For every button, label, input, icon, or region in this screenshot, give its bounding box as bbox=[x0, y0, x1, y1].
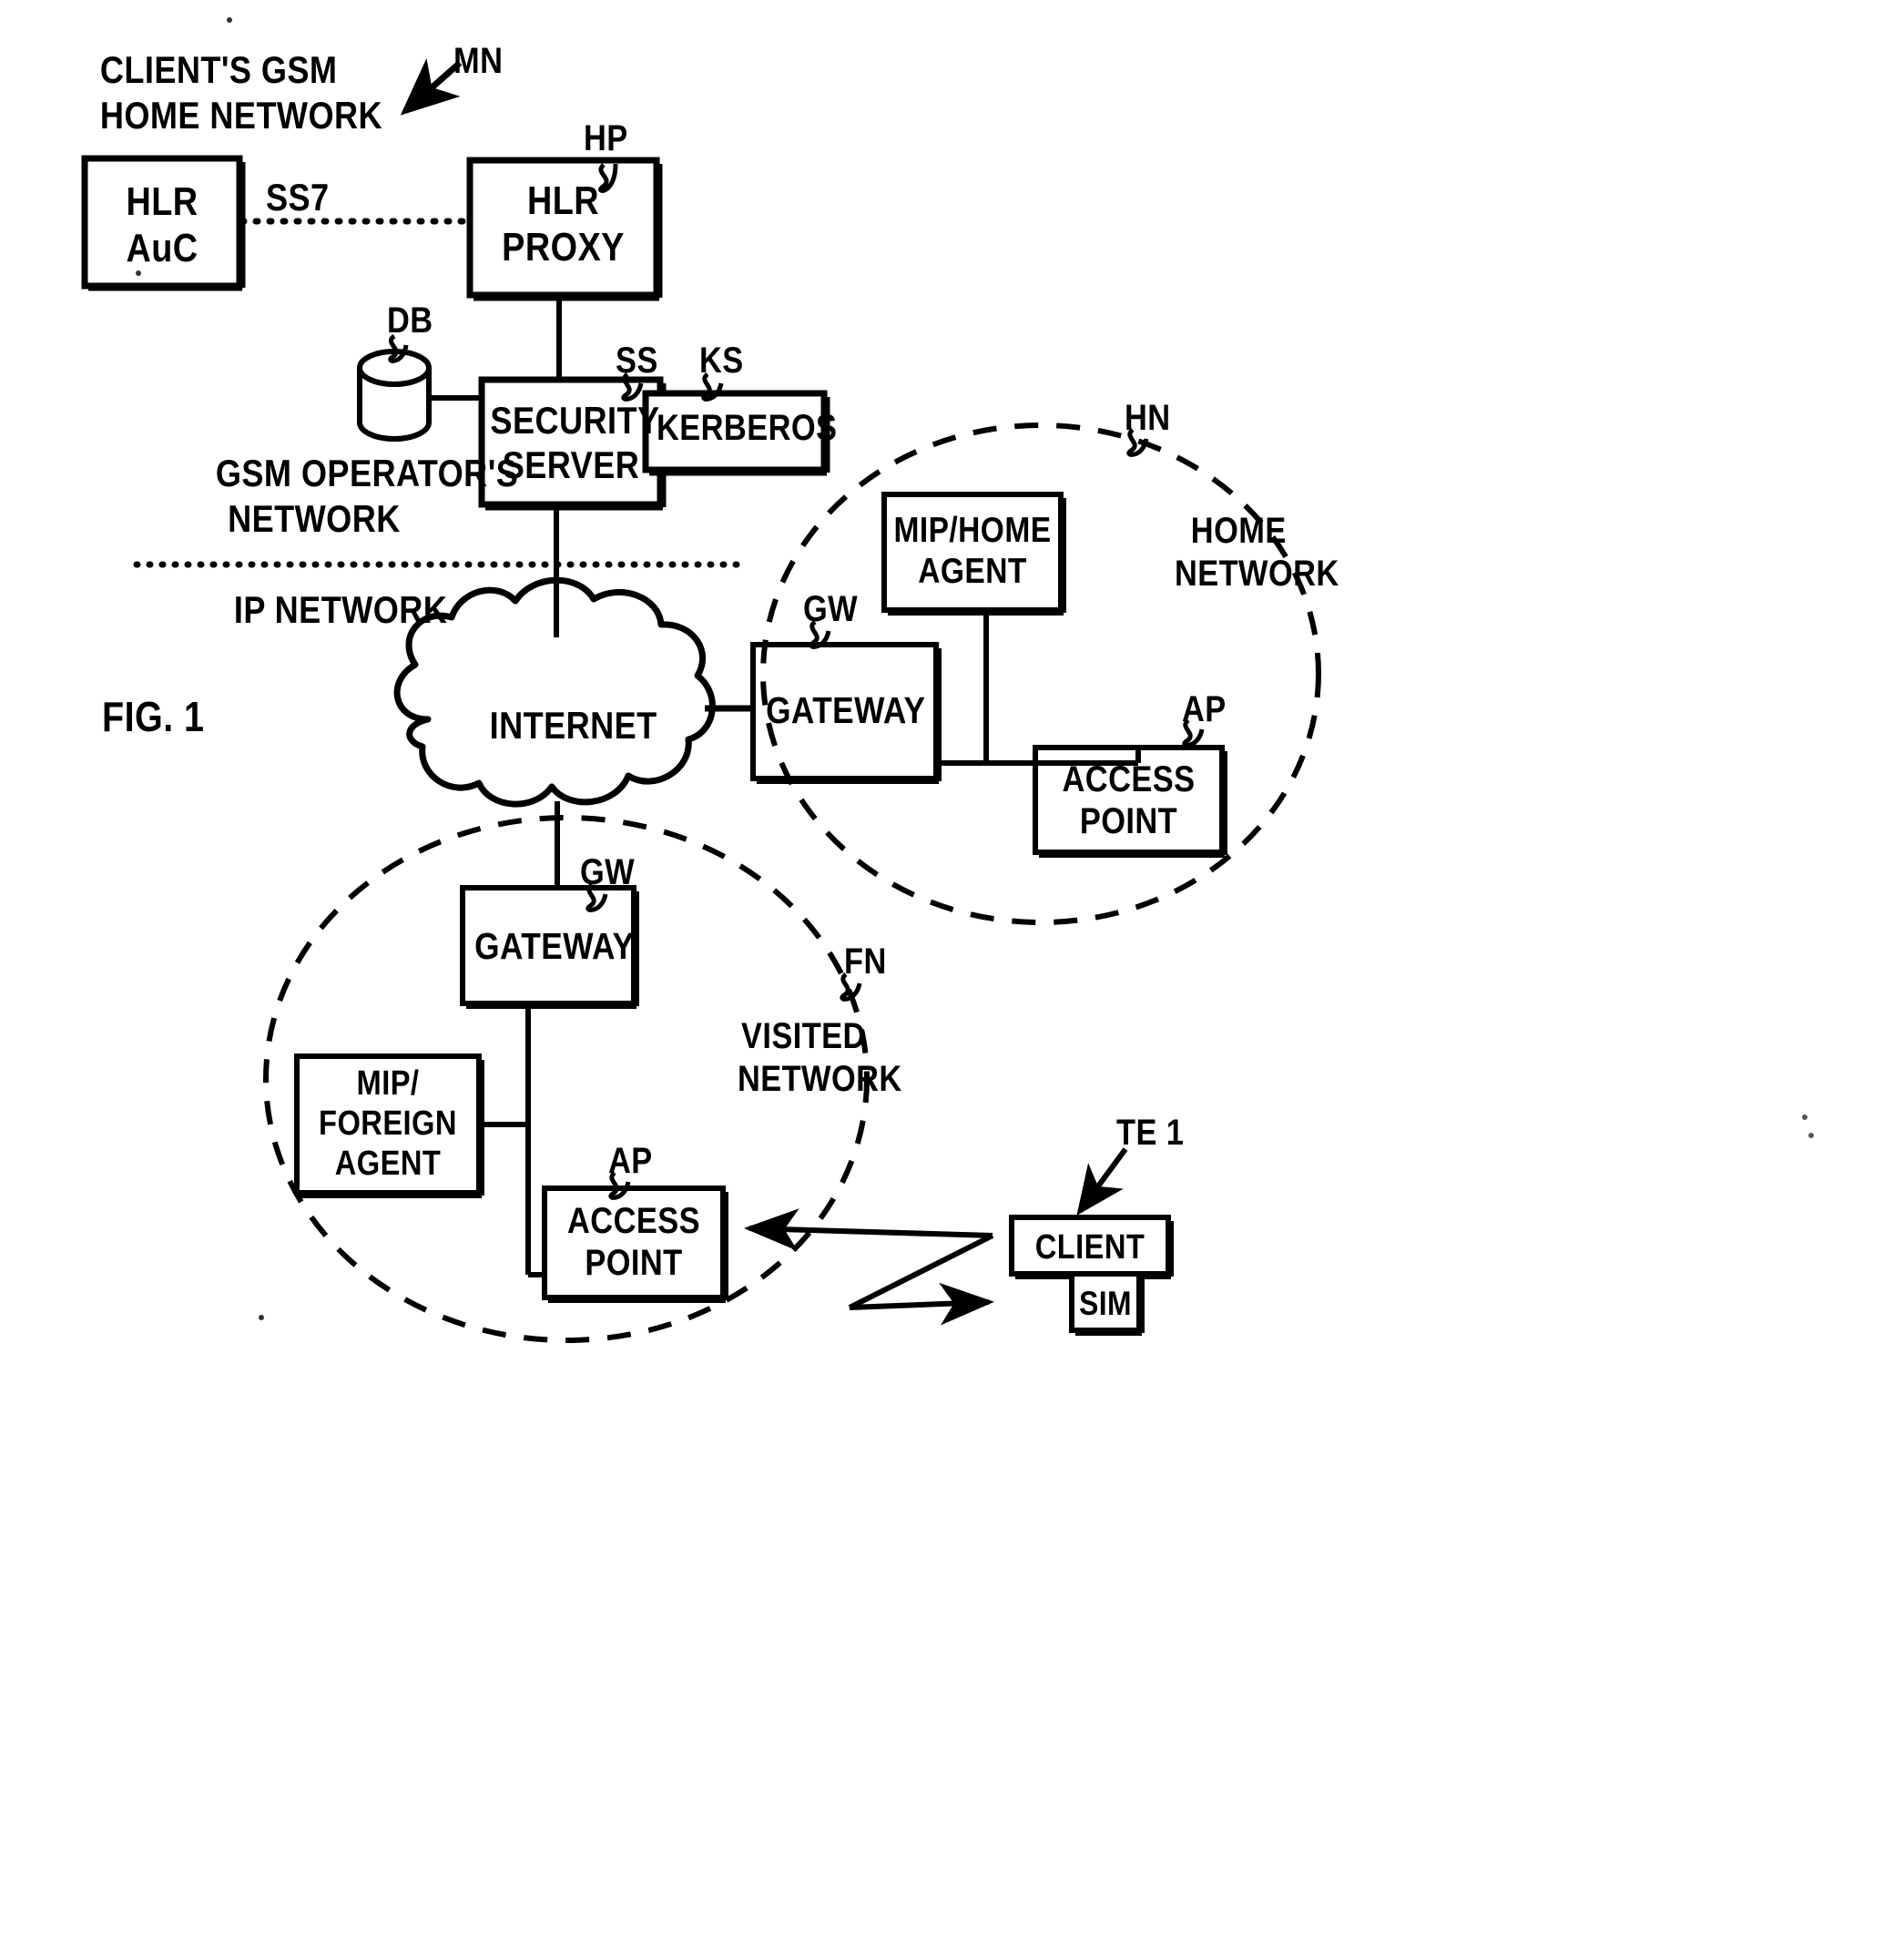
diagram-vector-layer bbox=[81, 17, 1814, 1343]
sim-label: SIM bbox=[1079, 1285, 1132, 1322]
ref-label-fn: FN bbox=[844, 941, 887, 982]
te1-leader-arrow bbox=[1076, 1147, 1128, 1216]
section-title-clients-gsm-home-network: CLIENT'S GSM HOME NETWORK bbox=[62, 48, 383, 137]
ref-label-mn: MN bbox=[453, 41, 504, 81]
hlr-auc-label: HLR AuC bbox=[126, 179, 199, 271]
gateway-visited-label: GATEWAY bbox=[474, 925, 635, 967]
security-server-label: SECURITY SERVER bbox=[490, 399, 660, 486]
ref-label-hp: HP bbox=[584, 118, 628, 158]
scan-speck bbox=[227, 17, 232, 23]
section-title-ip-network: IP NETWORK bbox=[196, 588, 448, 631]
ref-label-ss: SS bbox=[616, 341, 658, 381]
ref-label-te1: TE 1 bbox=[1116, 1113, 1185, 1153]
gateway-home-label: GATEWAY bbox=[766, 689, 926, 731]
section-title-visited-network: VISITED NETWORK bbox=[701, 1016, 902, 1100]
kerberos-label: KERBEROS bbox=[657, 408, 838, 448]
ref-label-gw-home: GW bbox=[803, 589, 859, 629]
ref-label-ap-visited: AP bbox=[608, 1141, 653, 1181]
client-label: CLIENT bbox=[1034, 1228, 1145, 1267]
mip-home-agent-label: MIP/HOME AGENT bbox=[893, 511, 1052, 592]
scan-speck bbox=[1808, 1133, 1814, 1138]
database-cylinder-shape bbox=[357, 349, 432, 442]
hlr-proxy-label: HLR PROXY bbox=[502, 178, 625, 270]
ref-label-ap-home: AP bbox=[1182, 689, 1227, 729]
ref-label-hn: HN bbox=[1125, 398, 1171, 438]
ss7-link-label: SS7 bbox=[266, 176, 330, 219]
ref-label-ks: KS bbox=[699, 341, 744, 381]
patent-figure-canvas: CLIENT'S GSM HOME NETWORK GSM OPERATOR'S… bbox=[0, 0, 1904, 1954]
figure-label: FIG. 1 bbox=[102, 693, 205, 740]
section-title-gsm-operators-network: GSM OPERATOR'S NETWORK bbox=[178, 452, 519, 540]
mip-foreign-agent-label: MIP/FOREIGN AGENT bbox=[319, 1064, 457, 1184]
ref-label-gw-visited: GW bbox=[580, 852, 636, 892]
scan-speck bbox=[1802, 1114, 1807, 1120]
scan-speck bbox=[259, 1315, 264, 1320]
radio-link-symbol bbox=[744, 1208, 994, 1326]
access-point-home-label: ACCESS POINT bbox=[1062, 759, 1196, 842]
access-point-visited-label: ACCESS POINT bbox=[567, 1201, 700, 1284]
ref-label-db: DB bbox=[387, 300, 433, 341]
section-title-home-network: HOME NETWORK bbox=[1138, 511, 1339, 595]
mn-leader-arrow bbox=[400, 57, 463, 116]
internet-cloud-label: INTERNET bbox=[489, 704, 657, 747]
